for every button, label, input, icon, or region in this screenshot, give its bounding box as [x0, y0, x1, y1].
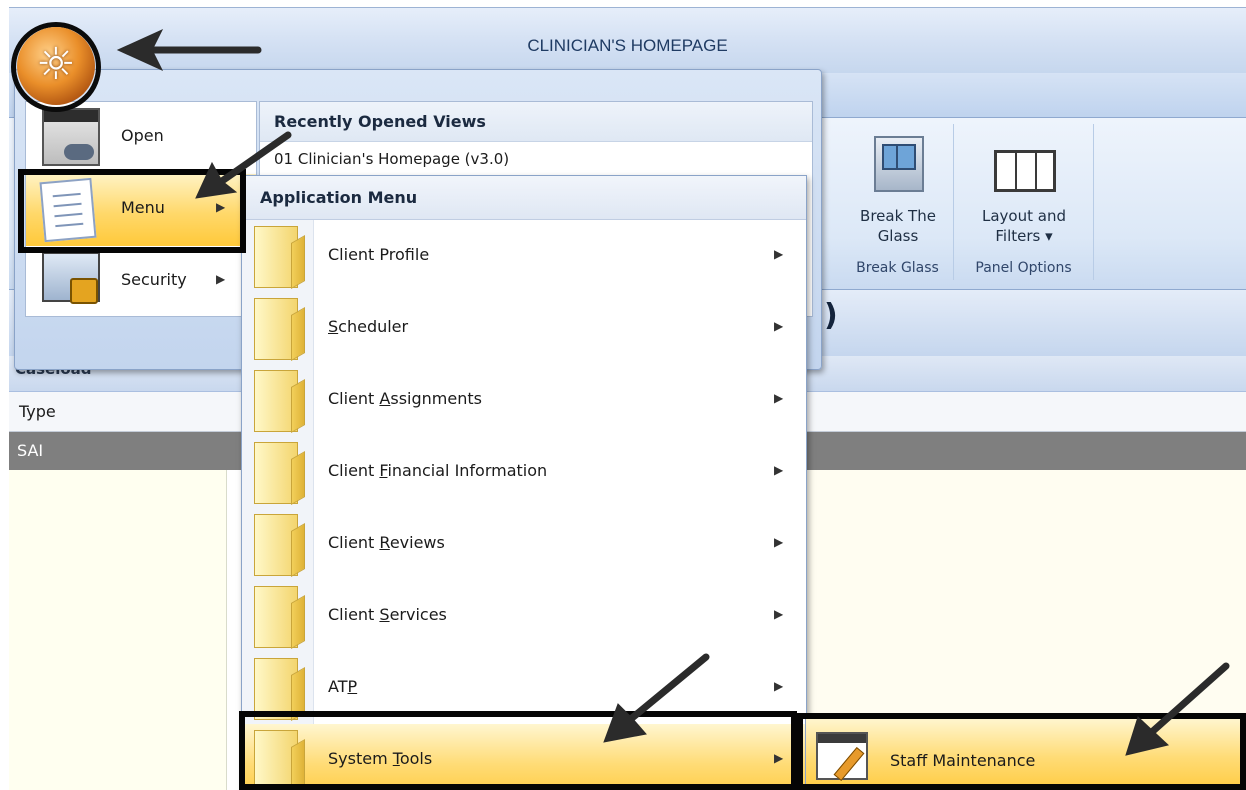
submenu-item-system-tools[interactable]: System Tools ▶ [242, 724, 806, 790]
break-glass-door-icon [874, 136, 924, 192]
menu-item-open[interactable]: Open [26, 102, 256, 174]
system-tools-flyout: Staff Maintenance [805, 717, 1246, 790]
menu-item-security[interactable]: Security ▶ [26, 246, 256, 318]
submenu-item-client-services[interactable]: Client Services ▶ [242, 580, 806, 652]
grid-body-left [9, 470, 227, 790]
layout-and-filters-label-line1: Layout and [982, 207, 1066, 225]
break-glass-group-label: Break Glass [856, 260, 939, 276]
submenu-item-label: Client Financial Information [328, 461, 548, 480]
application-orb-button[interactable]: ☼ [17, 27, 95, 105]
application-menu-commands: Open Menu ▶ Security ▶ [25, 101, 257, 317]
submenu-item-scheduler[interactable]: Scheduler ▶ [242, 292, 806, 364]
submenu-arrow-icon: ▶ [774, 319, 784, 333]
submenu-item-client-financial-information[interactable]: Client Financial Information ▶ [242, 436, 806, 508]
submenu-arrow-icon: ▶ [774, 391, 784, 405]
ribbon-group-panel-options: Layout and Filters ▾ Panel Options [954, 124, 1094, 280]
folder-icon [254, 370, 298, 432]
flyout-item-staff-maintenance[interactable]: Staff Maintenance [806, 718, 1245, 789]
window-title: CLINICIAN'S HOMEPAGE [527, 36, 728, 55]
submenu-arrow-icon: ▶ [774, 607, 784, 621]
menu-item-menu-label: Menu [121, 198, 165, 217]
avatar-logo-icon: ☼ [36, 39, 76, 90]
submenu-arrow-icon: ▶ [774, 247, 784, 261]
staff-maintenance-label: Staff Maintenance [890, 751, 1036, 770]
folder-icon [254, 586, 298, 648]
submenu-item-label: Client Reviews [328, 533, 445, 552]
submenu-arrow-icon: ▶ [774, 679, 784, 693]
lock-window-icon [42, 252, 100, 304]
panel-heading-fragment: ) [824, 298, 838, 333]
menu-item-menu[interactable]: Menu ▶ [26, 174, 256, 246]
break-the-glass-label-line2: Glass [877, 227, 919, 245]
layout-columns-icon [994, 150, 1056, 192]
folder-icon [254, 226, 298, 288]
submenu-item-client-reviews[interactable]: Client Reviews ▶ [242, 508, 806, 580]
submenu-item-label: System Tools [328, 749, 433, 768]
submenu-arrow-icon: ▶ [216, 272, 226, 286]
title-bar: CLINICIAN'S HOMEPAGE [9, 7, 1246, 73]
submenu-arrow-icon: ▶ [216, 200, 226, 214]
break-the-glass-label-line1: Break The [860, 207, 936, 225]
table-cell-type: SAI [17, 441, 44, 460]
submenu-item-label: ATP [328, 677, 358, 696]
application-menu-header: Application Menu [242, 176, 806, 220]
menu-item-security-label: Security [121, 270, 187, 289]
submenu-item-label: Client Services [328, 605, 447, 624]
submenu-item-label: Client Assignments [328, 389, 482, 408]
break-the-glass-button[interactable]: Break The Glass [842, 130, 954, 245]
folder-icon [254, 658, 298, 720]
submenu-item-label: Scheduler [328, 317, 409, 336]
submenu-item-label: Client Profile [328, 245, 430, 264]
edit-window-pencil-icon [816, 732, 868, 780]
folder-icon [254, 442, 298, 504]
submenu-item-client-profile[interactable]: Client Profile ▶ [242, 220, 806, 292]
recent-view-item[interactable]: 01 Clinician's Homepage (v3.0) [274, 150, 509, 168]
submenu-item-client-assignments[interactable]: Client Assignments ▶ [242, 364, 806, 436]
submenu-arrow-icon: ▶ [774, 463, 784, 477]
folder-icon [254, 514, 298, 576]
document-list-icon [39, 177, 97, 243]
layout-and-filters-button[interactable]: Layout and Filters ▾ [954, 130, 1094, 245]
submenu-arrow-icon: ▶ [774, 751, 784, 765]
folder-icon [254, 730, 298, 790]
submenu-item-atp[interactable]: ATP ▶ [242, 652, 806, 724]
menu-item-open-label: Open [121, 126, 164, 145]
ribbon-group-break-glass: Break The Glass Break Glass [842, 124, 954, 280]
layout-and-filters-label-line2: Filters ▾ [995, 227, 1053, 245]
binoculars-window-icon [42, 108, 100, 166]
submenu-arrow-icon: ▶ [774, 535, 784, 549]
folder-icon [254, 298, 298, 360]
panel-options-group-label: Panel Options [975, 260, 1072, 276]
column-header-type[interactable]: Type [19, 402, 56, 421]
application-submenu: Application Menu Client Profile ▶ Schedu… [241, 175, 807, 790]
recently-opened-views-header: Recently Opened Views [260, 102, 812, 142]
